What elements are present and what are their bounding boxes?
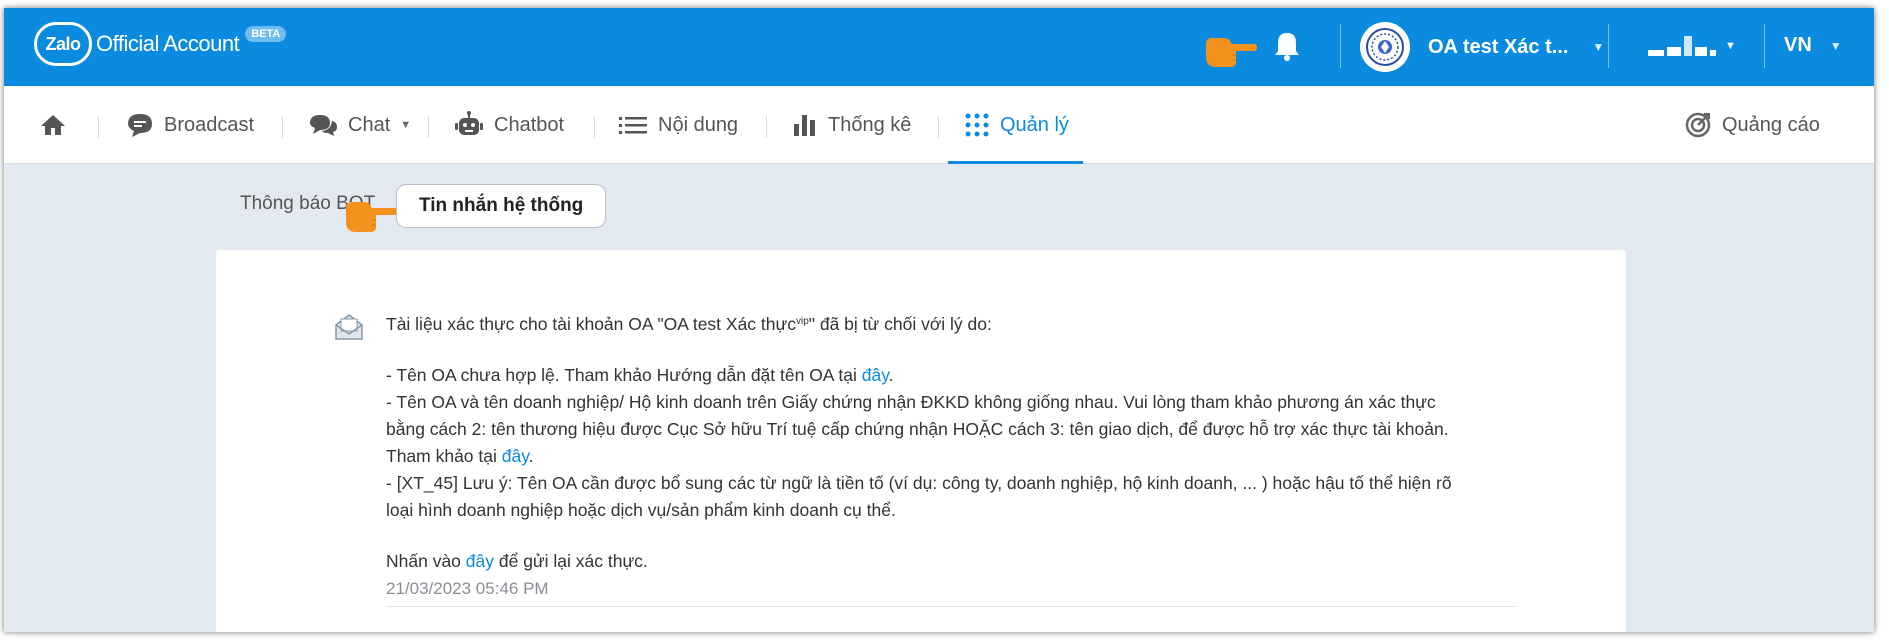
resubmit-link[interactable]: đây — [466, 551, 494, 571]
reason-2-ref: Tham khảo tại đây. — [386, 446, 534, 466]
bar-chart-icon — [792, 112, 818, 138]
nav-label: Thống kê — [828, 113, 912, 136]
avatar — [1360, 22, 1410, 72]
nav-chatbot[interactable]: Chatbot — [454, 86, 564, 164]
nav-label: Chat — [348, 113, 391, 136]
hand-pointer-icon — [1202, 32, 1258, 75]
broadcast-icon — [126, 112, 154, 138]
chatbot-icon — [454, 111, 484, 139]
message-divider — [386, 606, 1516, 607]
notification-bell-icon[interactable] — [1272, 30, 1302, 67]
chevron-down-icon: ▼ — [400, 119, 412, 131]
apps-menu-icon[interactable]: ▼ — [1648, 36, 1736, 56]
system-message: Tài liệu xác thực cho tài khoản OA "OA t… — [386, 308, 1516, 602]
divider — [938, 116, 939, 138]
divider — [428, 116, 429, 138]
guide-link[interactable]: đây — [862, 365, 889, 385]
reason-2: - Tên OA và tên doanh nghiệp/ Hộ kinh do… — [386, 392, 1436, 412]
chevron-down-icon: ▼ — [1725, 40, 1736, 52]
reference-link[interactable]: đây — [502, 446, 529, 466]
message-card: Tài liệu xác thực cho tài khoản OA "OA t… — [216, 250, 1626, 632]
reason-2-cont: bằng cách 2: tên thương hiệu được Cục Sở… — [386, 419, 1449, 439]
chevron-down-icon: ▼ — [1592, 40, 1605, 54]
nav-label: Quảng cáo — [1722, 113, 1820, 136]
app-window: Zalo Official Account BETA OA test Xác t… — [4, 8, 1874, 632]
divider — [98, 116, 99, 138]
nav-ads[interactable]: Quảng cáo — [1684, 86, 1820, 164]
reason-3-cont: loại hình doanh nghiệp hoặc dịch vụ/sản … — [386, 500, 896, 520]
nav-home[interactable] — [40, 86, 76, 164]
main-nav: Broadcast Chat ▼ Chatbot Nội dung Thống … — [4, 86, 1874, 164]
account-name: OA test Xác t... — [1428, 35, 1569, 58]
account-switcher[interactable]: OA test Xác t... ▼ — [1360, 22, 1604, 72]
zalo-logo-icon: Zalo — [34, 22, 92, 66]
hand-pointer-icon — [342, 196, 402, 241]
nav-statistics[interactable]: Thống kê — [792, 86, 911, 164]
product-name: Official Account — [96, 31, 240, 56]
nav-broadcast[interactable]: Broadcast — [126, 86, 254, 164]
chat-icon — [308, 112, 338, 138]
zalo-oa-logo[interactable]: Zalo Official Account BETA — [34, 22, 287, 66]
divider — [766, 116, 767, 138]
reason-1: - Tên OA chưa hợp lệ. Tham khảo Hướng dẫ… — [386, 365, 894, 385]
resubmit-prompt: Nhấn vào đây để gửi lại xác thực. — [386, 551, 648, 571]
envelope-icon — [334, 312, 364, 347]
nav-content[interactable]: Nội dung — [618, 86, 738, 164]
reason-3: - [XT_45] Lưu ý: Tên OA cần được bổ sung… — [386, 473, 1452, 493]
tab-system-messages[interactable]: Tin nhắn hệ thống — [396, 184, 607, 228]
chevron-down-icon: ▼ — [1829, 38, 1842, 53]
divider — [282, 116, 283, 138]
beta-badge: BETA — [245, 26, 287, 42]
nav-label: Nội dung — [658, 113, 739, 136]
message-timestamp: 21/03/2023 05:46 PM — [386, 579, 549, 598]
nav-label: Chatbot — [494, 113, 565, 136]
divider — [1764, 24, 1765, 68]
divider — [1608, 24, 1609, 68]
nav-chat[interactable]: Chat ▼ — [308, 86, 411, 164]
target-icon — [1684, 111, 1712, 139]
top-bar: Zalo Official Account BETA OA test Xác t… — [4, 8, 1874, 86]
divider — [594, 116, 595, 138]
message-intro: Tài liệu xác thực cho tài khoản OA "OA t… — [386, 314, 992, 334]
language-code: VN — [1784, 34, 1812, 56]
list-icon — [618, 114, 648, 136]
nav-label: Quản lý — [1000, 113, 1069, 136]
divider — [1340, 24, 1341, 68]
language-selector[interactable]: VN ▼ — [1784, 34, 1842, 57]
grid-icon — [964, 112, 990, 138]
nav-label: Broadcast — [164, 113, 255, 136]
home-icon — [40, 113, 66, 137]
nav-management[interactable]: Quản lý — [948, 86, 1083, 164]
vip-superscript: vip — [795, 316, 809, 327]
